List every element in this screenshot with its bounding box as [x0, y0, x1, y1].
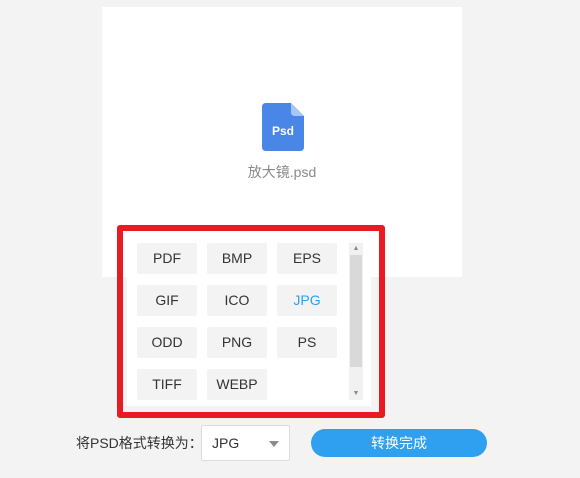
caret-down-icon — [269, 441, 279, 447]
format-option-ps[interactable]: PS — [277, 327, 337, 358]
format-option-odd[interactable]: ODD — [137, 327, 197, 358]
format-option-jpg[interactable]: JPG — [277, 285, 337, 316]
format-option-gif[interactable]: GIF — [137, 285, 197, 316]
selected-format-value: JPG — [212, 435, 240, 451]
format-option-png[interactable]: PNG — [207, 327, 267, 358]
format-option-ico[interactable]: ICO — [207, 285, 267, 316]
scroll-down-arrow-icon[interactable]: ▼ — [349, 388, 363, 400]
format-option-eps[interactable]: EPS — [277, 243, 337, 274]
target-format-select[interactable]: JPG — [201, 425, 290, 461]
format-option-webp[interactable]: WEBP — [207, 369, 267, 400]
convert-button[interactable]: 转换完成 — [311, 429, 487, 457]
format-options-grid: PDF BMP EPS GIF ICO JPG ODD PNG PS TIFF WEBP — [137, 243, 337, 400]
file-name: 放大镜.psd — [247, 164, 317, 180]
scroll-up-arrow-icon[interactable]: ▲ — [349, 243, 363, 255]
format-dropdown-menu: PDF BMP EPS GIF ICO JPG ODD PNG PS TIFF WEBP ▲ ▼ — [127, 232, 371, 406]
psd-file-icon: Psd — [262, 103, 304, 151]
format-option-pdf[interactable]: PDF — [137, 243, 197, 274]
format-option-bmp[interactable]: BMP — [207, 243, 267, 274]
file-icon-label: Psd — [272, 124, 294, 138]
scrollbar-thumb[interactable] — [350, 255, 362, 367]
format-option-tiff[interactable]: TIFF — [137, 369, 197, 400]
convert-to-label: 将PSD格式转换为： — [76, 435, 203, 451]
dropdown-scrollbar[interactable]: ▲ ▼ — [349, 243, 363, 400]
